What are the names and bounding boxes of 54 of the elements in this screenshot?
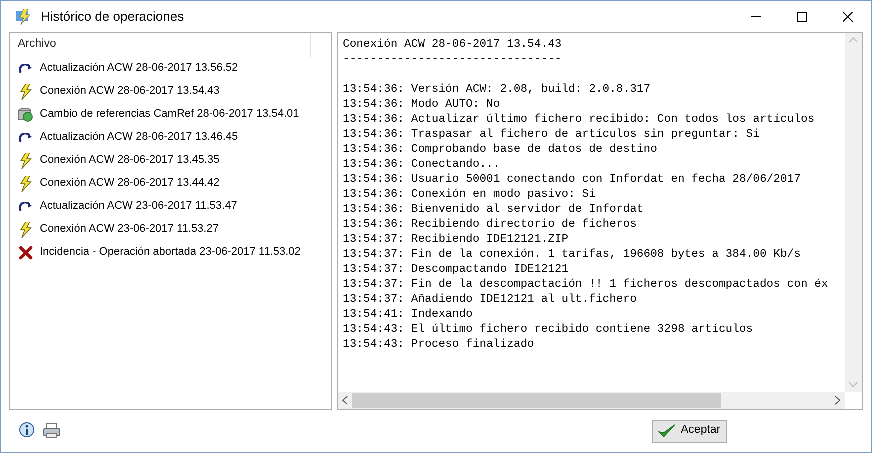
history-item[interactable]: Cambio de referencias CamRef 28-06-2017 13.54.01 bbox=[10, 103, 331, 126]
log-line: 13:54:43: El último fichero recibido contiene 3298 artículos bbox=[343, 323, 754, 338]
log-line: 13:54:36: Versión ACW: 2.08, build: 2.0.8.317 bbox=[343, 83, 651, 98]
curved-arrow-icon bbox=[19, 132, 33, 142]
history-item[interactable]: Conexión ACW 28-06-2017 13.44.42 bbox=[10, 172, 331, 195]
log-line: 13:54:36: Bienvenido al servidor de Infordat bbox=[343, 203, 644, 218]
log-line: 13:54:37: Descompactando IDE12121 bbox=[343, 263, 569, 278]
log-line: 13:54:37: Recibiendo IDE12121.ZIP bbox=[343, 233, 569, 248]
accept-button[interactable]: Aceptar bbox=[652, 420, 727, 442]
log-line: 13:54:36: Comprobando base de datos de destino bbox=[343, 143, 658, 158]
log-line: 13:54:36: Usuario 50001 conectando con Infordat en fecha 28/06/2017 bbox=[343, 173, 801, 188]
scroll-up-icon[interactable] bbox=[849, 37, 858, 43]
lightning-icon bbox=[19, 176, 33, 192]
scroll-down-icon[interactable] bbox=[849, 382, 858, 388]
log-title: Conexión ACW 28-06-2017 13.54.43 bbox=[343, 38, 562, 53]
log-line: 13:54:36: Actualizar último fichero recibido: Con todos los artículos bbox=[343, 113, 815, 128]
database-sync-icon bbox=[18, 106, 34, 122]
history-item[interactable]: Actualización ACW 28-06-2017 13.56.52 bbox=[10, 57, 331, 80]
log-line: 13:54:37: Fin de la descompactación !! 1 ficheros descompactados con éx bbox=[343, 278, 828, 293]
cross-icon bbox=[19, 246, 33, 260]
log-line: 13:54:36: Conexión en modo pasivo: Si bbox=[343, 188, 596, 203]
log-line: 13:54:41: Indexando bbox=[343, 308, 473, 323]
window-title: Histórico de operaciones bbox=[41, 8, 184, 26]
maximize-icon bbox=[797, 12, 807, 22]
printer-icon[interactable] bbox=[43, 423, 61, 439]
scrollbar-thumb[interactable] bbox=[352, 393, 721, 408]
app-icon bbox=[15, 8, 33, 24]
horizontal-scrollbar[interactable] bbox=[338, 392, 845, 409]
history-item[interactable]: Conexión ACW 23-06-2017 11.53.27 bbox=[10, 218, 331, 241]
lightning-icon bbox=[19, 222, 33, 238]
checkmark-icon bbox=[658, 423, 676, 439]
history-item[interactable]: Actualización ACW 23-06-2017 11.53.47 bbox=[10, 195, 331, 218]
scroll-left-icon[interactable] bbox=[342, 396, 348, 405]
close-icon bbox=[843, 12, 853, 22]
vertical-scrollbar[interactable] bbox=[845, 33, 862, 392]
log-line: 13:54:43: Proceso finalizado bbox=[343, 338, 534, 353]
log-separator: -------------------------------- bbox=[343, 53, 562, 68]
curved-arrow-icon bbox=[19, 64, 33, 74]
info-icon[interactable] bbox=[19, 422, 35, 440]
history-item[interactable]: Conexión ACW 28-06-2017 13.54.43 bbox=[10, 80, 331, 103]
column-header[interactable]: Archivo bbox=[18, 33, 311, 57]
log-line: 13:54:37: Fin de la conexión. 1 tarifas, 196608 bytes a 384.00 Kb/s bbox=[343, 248, 801, 263]
log-line: 13:54:37: Añadiendo IDE12121 al ult.fichero bbox=[343, 293, 637, 308]
log-line: 13:54:36: Modo AUTO: No bbox=[343, 98, 500, 113]
lightning-icon bbox=[19, 152, 33, 168]
scroll-right-icon[interactable] bbox=[835, 396, 841, 405]
history-item[interactable]: Conexión ACW 28-06-2017 13.45.35 bbox=[10, 149, 331, 172]
history-item[interactable]: Incidencia - Operación abortada 23-06-2017 11.53.02 bbox=[10, 241, 331, 264]
history-item[interactable]: Actualización ACW 28-06-2017 13.46.45 bbox=[10, 126, 331, 149]
lightning-icon bbox=[19, 84, 33, 100]
log-line: 13:54:36: Conectando... bbox=[343, 158, 500, 173]
curved-arrow-icon bbox=[19, 202, 33, 212]
log-line: 13:54:36: Traspasar al fichero de artículos sin preguntar: Si bbox=[343, 128, 760, 143]
log-line: 13:54:36: Recibiendo directorio de ficheros bbox=[343, 218, 637, 233]
